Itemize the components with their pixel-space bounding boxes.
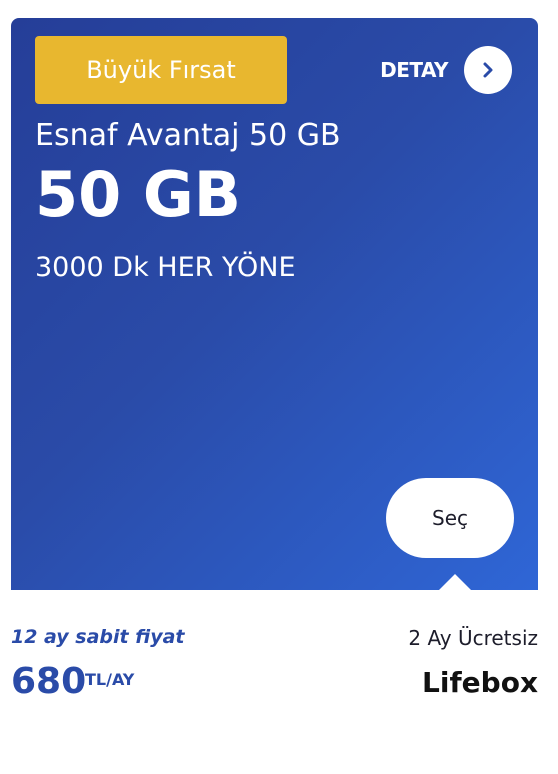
tariff-card: Büyük Fırsat DETAY Esnaf Avantaj 50 GB 5… [0,0,558,774]
select-button[interactable]: Seç [386,478,514,558]
plan-minutes: 3000 Dk HER YÖNE [35,252,296,283]
selection-pointer [439,574,471,590]
chevron-right-icon[interactable] [464,46,512,94]
tariff-hero-panel: Büyük Fırsat DETAY Esnaf Avantaj 50 GB 5… [11,18,538,590]
deal-badge: Büyük Fırsat [35,36,287,104]
bonus-product-label: Lifebox [422,666,538,699]
details-link[interactable]: DETAY [380,46,512,94]
price-amount: 680 [11,661,87,702]
fixed-price-label: 12 ay sabit fiyat [11,626,185,648]
pricing-footer: 12 ay sabit fiyat 680 TL/AY 2 Ay Ücretsi… [11,590,538,774]
plan-data-amount: 50 GB [35,158,242,231]
details-label: DETAY [380,58,448,82]
price-unit: TL/AY [85,670,135,689]
plan-name: Esnaf Avantaj 50 GB [35,118,341,153]
free-months-label: 2 Ay Ücretsiz [408,626,538,650]
